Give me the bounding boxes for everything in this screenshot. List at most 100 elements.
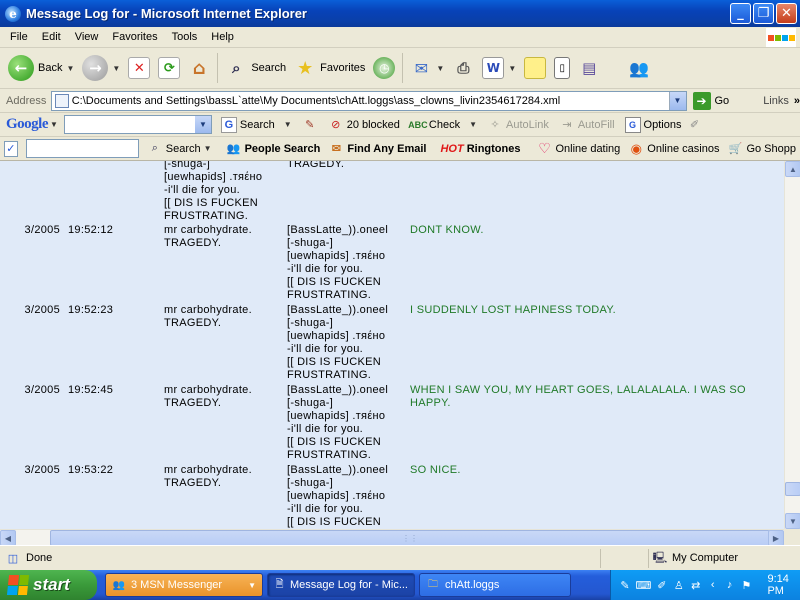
find-email-button[interactable]: ✉ Find Any Email [324,141,430,157]
links-button[interactable]: Links [763,95,789,107]
notes-button[interactable] [520,51,550,85]
menu-tools[interactable]: Tools [165,31,205,43]
security-tray-icon[interactable]: ⚑ [741,578,753,593]
address-input[interactable]: C:\Documents and Settings\bassL`atte\My … [50,90,687,111]
autofill-button[interactable]: ⇥ AutoFill [554,115,620,135]
vertical-scrollbar[interactable]: ▲ ▼ [784,161,800,529]
collapse-tray-icon[interactable]: ‹ [707,578,719,593]
google-search-button[interactable]: G Search ▼ [216,115,297,135]
dropdown-arrow-icon[interactable]: ▼ [204,144,212,153]
dropdown-arrow-icon[interactable]: ▼ [50,120,58,129]
messenger-button[interactable]: 👥 [624,51,654,85]
online-casinos-button[interactable]: ◉ Online casinos [624,141,723,157]
online-dating-button[interactable]: ♡ Online dating [532,140,624,157]
keyboard-tray-icon[interactable]: ⌨ [635,578,651,593]
log-date: 3/2005 [24,464,60,476]
ringtones-label: Ringtones [466,142,521,155]
log-time: 19:52:23 [68,304,114,316]
pen-tray-icon[interactable]: ✎ [619,578,631,593]
highlighter-icon[interactable]: ✐ [686,117,702,133]
my-computer-icon: 🖳 [652,551,668,564]
chevron-right-icon[interactable]: » [794,95,800,107]
address-dropdown-icon[interactable]: ▼ [668,91,686,110]
popup-blocker-icon: ⊘ [331,119,341,131]
star-icon: ★ [297,57,314,79]
people-search-icon: 👥 [226,143,241,155]
autolink-label: AutoLink [506,118,549,131]
scroll-up-button[interactable]: ▲ [785,161,800,177]
start-button[interactable]: start [0,570,97,600]
address-value[interactable]: C:\Documents and Settings\bassL`atte\My … [72,95,561,107]
scroll-right-button[interactable]: ▶ [768,530,784,546]
menu-favorites[interactable]: Favorites [105,31,164,43]
taskbar-msn-messenger[interactable]: 👥 3 MSN Messenger ▼ [105,573,263,597]
minimize-button[interactable]: _ [730,3,751,24]
pencil-tray-icon[interactable]: ✐ [656,578,668,593]
horizontal-scrollbar[interactable]: ◀ ⋮⋮ ▶ [0,529,784,546]
stop-button[interactable]: ✕ [124,51,154,85]
menu-file[interactable]: File [3,31,35,43]
msn-tray-icon[interactable]: ♙ [673,578,685,593]
close-button[interactable]: ✕ [776,3,797,24]
menu-view[interactable]: View [68,31,106,43]
dropdown-arrow-icon[interactable]: ▼ [284,120,292,129]
ringtones-button[interactable]: HOT Ringtones [436,143,524,155]
menu-help[interactable]: Help [204,31,241,43]
search-button[interactable]: ⌕ Search [221,51,290,85]
internet-explorer-icon[interactable]: e [5,5,21,22]
go-shopping-button[interactable]: 🛒 Go Shopp [723,141,800,157]
autolink-button[interactable]: ✧ AutoLink [482,115,554,135]
toolbar-search-button[interactable]: ⌕ Search ▼ [143,141,216,157]
edit-button[interactable]: W ▼ [478,51,520,85]
shop-label: Go Shopp [746,142,796,155]
toolbar-search-input[interactable] [25,139,139,158]
clock[interactable]: 9:14 PM [767,573,800,597]
options-label: Options [643,118,682,131]
mail-icon: ✉ [414,58,429,78]
network-tray-icon[interactable]: ⇄ [690,578,702,593]
dropdown-arrow-icon[interactable]: ▼ [66,64,74,73]
home-button[interactable]: ⌂ [184,51,214,85]
security-zone[interactable]: 🖳 My Computer [652,550,738,566]
shopping-cart-icon: 🛒 [728,143,743,155]
history-button[interactable]: ◷ [369,51,399,85]
spell-check-button[interactable]: ABC Check ▼ [405,115,482,135]
start-label: start [33,575,70,594]
dropdown-arrow-icon[interactable]: ▼ [194,116,211,133]
options-button[interactable]: G Options [620,115,687,135]
refresh-button[interactable]: ⟳ [154,51,184,85]
scroll-down-button[interactable]: ▼ [785,513,800,529]
news-button[interactable]: ✎ [297,115,323,135]
go-button[interactable]: ➔ Go [692,91,729,110]
taskbar: start 👥 3 MSN Messenger ▼ 🗎 Message Log … [0,570,800,600]
favorites-button[interactable]: ★ Favorites [290,51,369,85]
dropdown-arrow-icon[interactable]: ▼ [436,64,444,73]
print-button[interactable]: ⎙ [448,51,478,85]
menu-edit[interactable]: Edit [35,31,68,43]
vertical-scroll-thumb[interactable] [785,482,800,496]
forward-button[interactable]: → ▼ [78,51,124,85]
toolbar-logo-icon[interactable]: ✓ [4,140,18,157]
log-from: mr carbohydrate. TRAGEDY. [164,224,252,249]
log-from: mr carbohydrate. TRAGEDY. [164,464,252,489]
message-log-content[interactable]: [-shuga-] [uewhapids] .тяέнο -i'll die f… [0,161,784,529]
taskbar-message-log[interactable]: 🗎 Message Log for - Mic... [267,573,415,597]
dropdown-arrow-icon[interactable]: ▼ [112,64,120,73]
google-logo[interactable]: Google [6,116,49,133]
dropdown-arrow-icon[interactable]: ▼ [508,64,516,73]
volume-tray-icon[interactable]: ♪ [724,578,736,593]
dropdown-arrow-icon[interactable]: ▼ [469,120,477,129]
scroll-left-button[interactable]: ◀ [0,530,16,546]
google-search-input[interactable]: ▼ [63,115,212,134]
restore-button[interactable]: ❐ [753,3,774,24]
horizontal-scroll-thumb[interactable]: ⋮⋮ [50,530,770,546]
research-button[interactable]: ▤ [574,51,604,85]
title-bar[interactable]: e Message Log for - Microsoft Internet E… [0,0,800,27]
mail-button[interactable]: ✉ ▼ [406,51,448,85]
back-button[interactable]: ← Back ▼ [4,51,78,85]
people-search-button[interactable]: 👥 People Search [222,141,325,157]
popup-blocker-button[interactable]: ⊘ 20 blocked [323,115,405,135]
windows-flag-icon [6,575,30,595]
mobile-button[interactable]: ▯ [550,51,574,85]
taskbar-chatt-loggs[interactable]: 🗀 chAtt.loggs [419,573,571,597]
